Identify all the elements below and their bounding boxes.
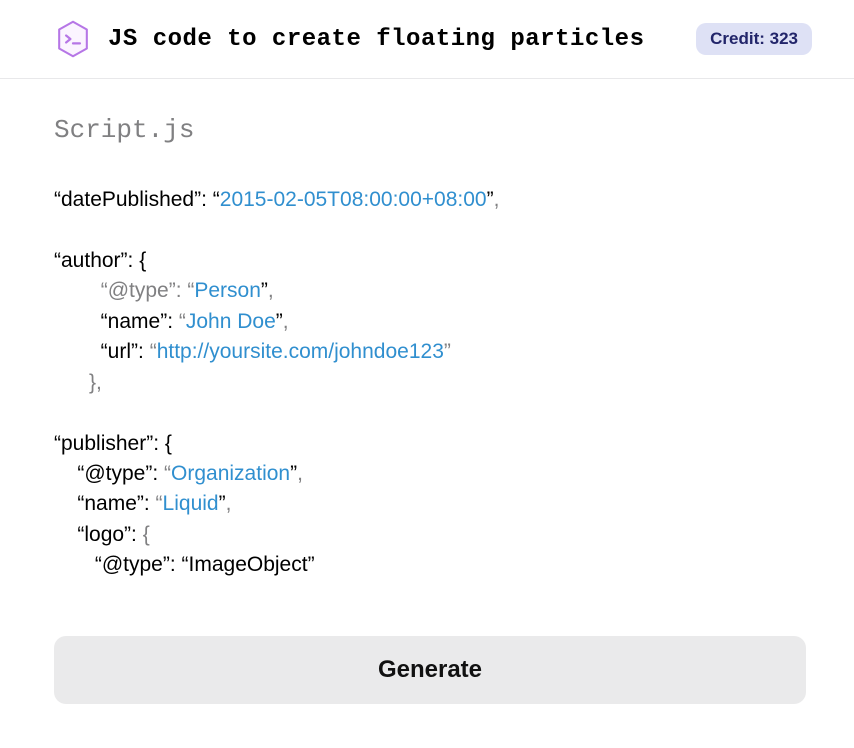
value-author-url: http://yoursite.com/johndoe123 bbox=[157, 340, 444, 363]
key-publisher-logo: logo bbox=[84, 523, 124, 546]
value-publisher-name: Liquid bbox=[163, 492, 219, 515]
credit-badge: Credit: 323 bbox=[696, 23, 812, 55]
page-title: JS code to create floating particles bbox=[108, 26, 680, 53]
app-logo-icon bbox=[54, 20, 92, 58]
key-datePublished: datePublished bbox=[61, 188, 194, 211]
key-publisher-type: @type bbox=[84, 462, 145, 485]
value-author-name: John Doe bbox=[186, 310, 276, 333]
key-author-name: name bbox=[108, 310, 161, 333]
key-logo-type: @type bbox=[102, 553, 163, 576]
key-publisher: publisher bbox=[61, 432, 146, 455]
header-bar: JS code to create floating particles Cre… bbox=[0, 0, 854, 79]
code-block: “datePublished”: “2015-02-05T08:00:00+08… bbox=[54, 185, 800, 581]
key-author: author bbox=[61, 249, 121, 272]
value-datePublished: 2015-02-05T08:00:00+08:00 bbox=[220, 188, 487, 211]
generate-button[interactable]: Generate bbox=[54, 636, 806, 704]
key-author-type: @type bbox=[108, 279, 169, 302]
value-publisher-type: Organization bbox=[171, 462, 290, 485]
file-name: Script.js bbox=[54, 115, 800, 145]
key-publisher-name: name bbox=[84, 492, 137, 515]
value-author-type: Person bbox=[194, 279, 261, 302]
key-author-url: url bbox=[108, 340, 131, 363]
value-logo-type: ImageObject bbox=[189, 553, 308, 576]
